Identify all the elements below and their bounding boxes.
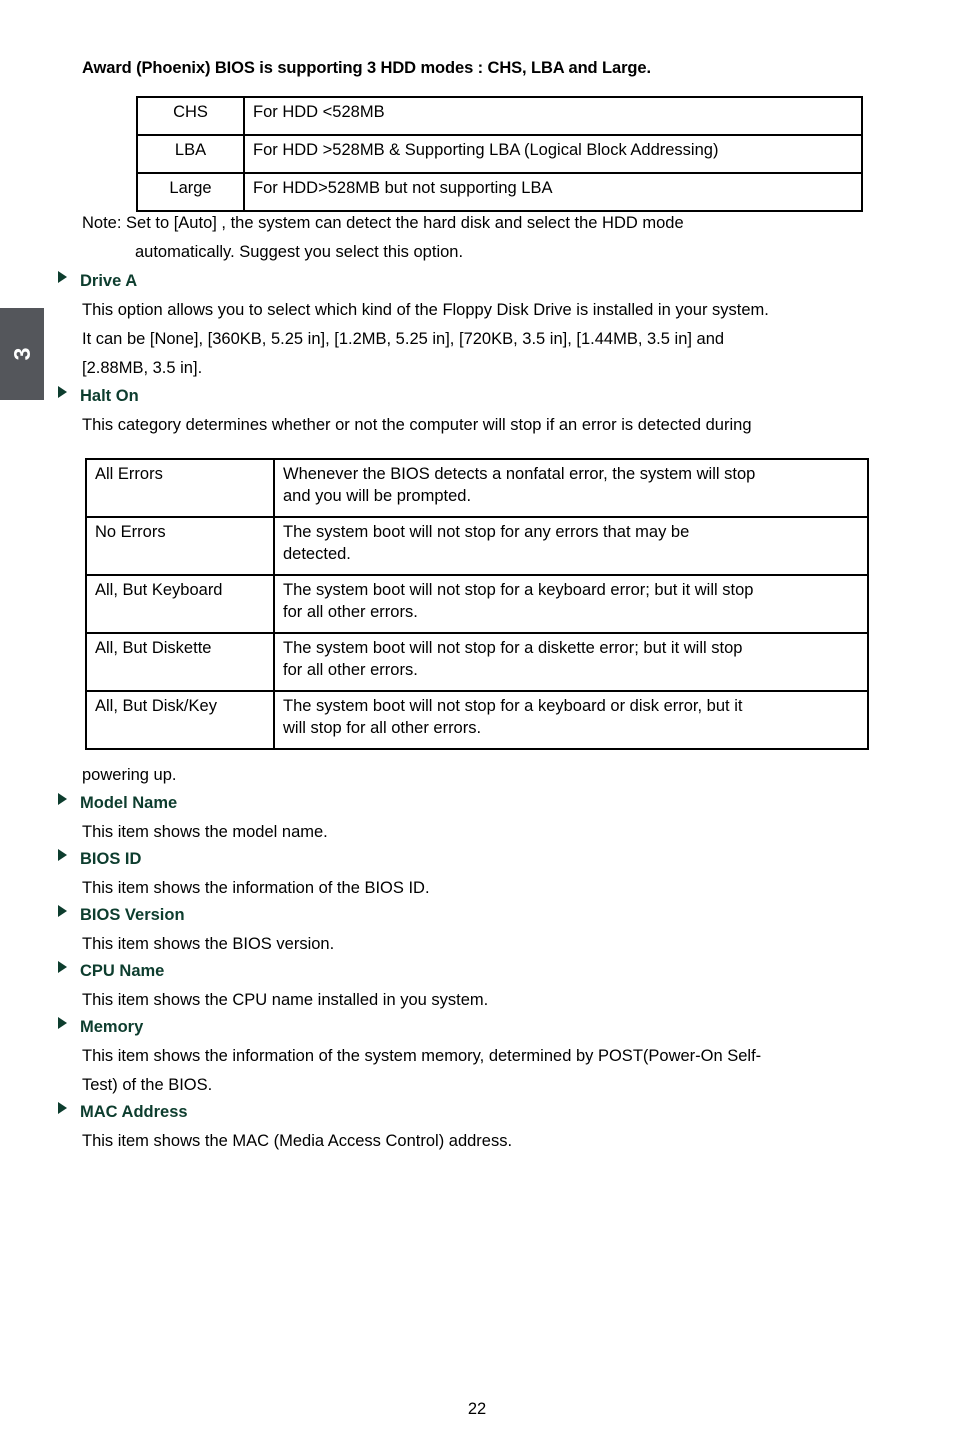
triangle-bullet-icon (58, 1017, 67, 1029)
triangle-bullet-icon (58, 849, 67, 861)
table-row: All Errors Whenever the BIOS detects a n… (85, 458, 869, 518)
halt-option-description-line-1: The system boot will not stop for a keyb… (283, 697, 743, 715)
halt-option-description-line-2: for all other errors. (283, 660, 418, 679)
halt-option-description: The system boot will not stop for a disk… (273, 632, 869, 692)
halt-option-name: No Errors (85, 516, 275, 576)
halt-on-options-table: All Errors Whenever the BIOS detects a n… (85, 458, 869, 750)
halt-option-description: The system boot will not stop for a keyb… (273, 574, 869, 634)
halt-option-description-line-2: and you will be prompted. (283, 486, 472, 505)
halt-option-name: All, But Keyboard (85, 574, 275, 634)
section-heading-label: Drive A (80, 272, 138, 290)
halt-option-description-line-1: The system boot will not stop for a keyb… (283, 581, 754, 599)
note-line-1: Note: Set to [Auto] , the system can det… (82, 214, 684, 232)
table-row: All, But Disk/Key The system boot will n… (85, 690, 869, 750)
table-row: LBA For HDD >528MB & Supporting LBA (Log… (136, 134, 863, 174)
hdd-mode-description: For HDD>528MB but not supporting LBA (243, 172, 863, 212)
section-heading-model-name: Model Name (58, 789, 177, 819)
section-heading-label: CPU Name (80, 962, 165, 980)
section-heading-label: Halt On (80, 387, 139, 405)
table-row: All, But Keyboard The system boot will n… (85, 574, 869, 634)
section-heading-cpu-name: CPU Name (58, 957, 164, 987)
bios-version-body-line-1: This item shows the BIOS version. (82, 935, 335, 953)
page-title: Award (Phoenix) BIOS is supporting 3 HDD… (82, 59, 651, 77)
halt-option-description-line-2: detected. (283, 544, 351, 563)
halt-option-description: The system boot will not stop for any er… (273, 516, 869, 576)
table-row: No Errors The system boot will not stop … (85, 516, 869, 576)
section-heading-label: BIOS ID (80, 850, 142, 868)
section-heading-halt-on: Halt On (58, 382, 139, 412)
halt-option-description: Whenever the BIOS detects a nonfatal err… (273, 458, 869, 518)
section-heading-mac-address: MAC Address (58, 1098, 188, 1128)
section-heading-label: Memory (80, 1018, 144, 1036)
chapter-side-tab: 3 (0, 308, 44, 400)
table-row: CHS For HDD <528MB (136, 96, 863, 136)
model-name-body-line-1: This item shows the model name. (82, 823, 328, 841)
hdd-mode-name: Large (136, 172, 245, 212)
chapter-number-label: 3 (8, 347, 35, 361)
hdd-mode-description: For HDD >528MB & Supporting LBA (Logical… (243, 134, 863, 174)
section-heading-bios-id: BIOS ID (58, 845, 141, 875)
memory-body-line-2: Test) of the BIOS. (82, 1076, 213, 1094)
mac-address-body-line-1: This item shows the MAC (Media Access Co… (82, 1132, 513, 1150)
triangle-bullet-icon (58, 961, 67, 973)
halt-option-description-line-2: will stop for all other errors. (283, 718, 482, 737)
halt-option-description: The system boot will not stop for a keyb… (273, 690, 869, 750)
halt-option-name: All, But Diskette (85, 632, 275, 692)
section-heading-memory: Memory (58, 1013, 143, 1043)
memory-body-line-1: This item shows the information of the s… (82, 1047, 762, 1065)
hdd-mode-description: For HDD <528MB (243, 96, 863, 136)
cpu-name-body-line-1: This item shows the CPU name installed i… (82, 991, 489, 1009)
note-line-2: automatically. Suggest you select this o… (135, 243, 464, 261)
page-number: 22 (467, 1400, 487, 1418)
triangle-bullet-icon (58, 793, 67, 805)
section-heading-drive-a: Drive A (58, 267, 137, 297)
bios-id-body-line-1: This item shows the information of the B… (82, 879, 430, 897)
triangle-bullet-icon (58, 386, 67, 398)
triangle-bullet-icon (58, 271, 67, 283)
halt-on-body-line-1: This category determines whether or not … (82, 416, 752, 434)
halt-option-description-line-1: The system boot will not stop for a disk… (283, 639, 743, 657)
halt-option-description-line-2: for all other errors. (283, 602, 418, 621)
table-row: All, But Diskette The system boot will n… (85, 632, 869, 692)
table-row: Large For HDD>528MB but not supporting L… (136, 172, 863, 212)
halt-option-name: All Errors (85, 458, 275, 518)
drive-a-body-line-2: It can be [None], [360KB, 5.25 in], [1.2… (82, 330, 725, 348)
hdd-mode-name: LBA (136, 134, 245, 174)
drive-a-body-line-1: This option allows you to select which k… (82, 301, 769, 319)
hdd-modes-table: CHS For HDD <528MB LBA For HDD >528MB & … (136, 96, 863, 212)
section-heading-label: Model Name (80, 794, 178, 812)
halt-option-name: All, But Disk/Key (85, 690, 275, 750)
triangle-bullet-icon (58, 905, 67, 917)
section-heading-bios-version: BIOS Version (58, 901, 185, 931)
halt-option-description-line-1: The system boot will not stop for any er… (283, 523, 690, 541)
section-heading-label: BIOS Version (80, 906, 185, 924)
triangle-bullet-icon (58, 1102, 67, 1114)
halt-option-description-line-1: Whenever the BIOS detects a nonfatal err… (283, 465, 756, 483)
drive-a-body-line-3: [2.88MB, 3.5 in]. (82, 359, 203, 377)
hdd-mode-name: CHS (136, 96, 245, 136)
halt-on-body-line-2: powering up. (82, 766, 177, 784)
section-heading-label: MAC Address (80, 1103, 188, 1121)
